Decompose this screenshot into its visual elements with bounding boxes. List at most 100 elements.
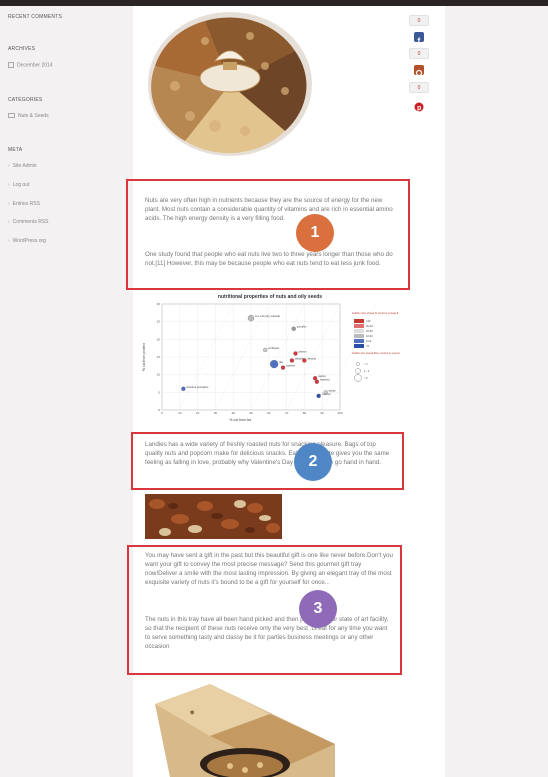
data-point-label: soy nuts (dry roasted): [255, 314, 280, 318]
legend-swatch-label: 30-40: [366, 324, 373, 328]
chart-xlabel: % cal from fat: [229, 418, 250, 422]
data-point-label: cashew: [286, 364, 295, 368]
data-point: [289, 358, 295, 363]
data-point-label: pumpkin: [297, 325, 307, 329]
x-tick-label: 40: [232, 411, 236, 415]
chart-ylabel: % cal from protein: [142, 343, 146, 371]
data-point: [247, 314, 255, 322]
calendar-icon: [8, 62, 14, 68]
data-point: [312, 376, 318, 381]
legend-size-marker: [355, 368, 361, 374]
meta-link-log-out[interactable]: › Log out: [8, 182, 29, 188]
legend-size-title: bubble size shows fiber content in grams…: [352, 351, 400, 355]
data-point: [181, 386, 186, 391]
chevron-right-icon: ›: [8, 201, 10, 207]
share-count-1: 0: [409, 15, 429, 26]
chevron-right-icon: ›: [8, 219, 10, 225]
data-point: [302, 358, 307, 363]
right-gutter: [445, 6, 548, 777]
legend-swatch: [354, 329, 364, 333]
y-tick-label: 20: [157, 337, 161, 341]
x-tick-label: 20: [196, 411, 200, 415]
recent-comments-heading: RECENT COMMENTS: [8, 14, 63, 20]
highlight-box-2: [131, 432, 404, 490]
legend-swatch: [354, 339, 364, 343]
stumbleupon-icon[interactable]: [414, 65, 424, 77]
legend-swatch-label: 10-20: [366, 334, 373, 338]
highlight-box-1: [126, 179, 410, 290]
y-tick-label: 25: [157, 320, 161, 324]
legend-size-label: > 2: [364, 376, 368, 380]
nut-gift-tray-image: [148, 12, 312, 156]
y-tick-label: 15: [157, 355, 161, 359]
legend-swatch-label: 20-30: [366, 329, 373, 333]
data-point-label: walnut: [318, 374, 326, 378]
gift-box-image: ⬢: [155, 684, 335, 777]
data-point-label: peanut: [299, 349, 307, 353]
chevron-right-icon: ›: [8, 163, 10, 169]
archive-link[interactable]: December 2014: [8, 62, 53, 68]
legend-swatch: [354, 344, 364, 348]
data-point: [293, 351, 298, 356]
legend-swatch: [354, 334, 364, 338]
data-point: [314, 379, 320, 384]
x-tick-label: 60: [267, 411, 271, 415]
legend-swatch-label: >40: [366, 319, 371, 323]
x-tick-label: 100: [337, 411, 342, 415]
meta-link-entries-rss[interactable]: › Entries RSS: [8, 201, 40, 207]
legend-swatch: [354, 324, 364, 328]
x-tick-label: 30: [214, 411, 218, 415]
annotation-badge-2: 2: [294, 443, 332, 481]
annotation-badge-1: 1: [296, 214, 334, 252]
y-tick-label: 5: [158, 390, 160, 394]
legend-swatch-label: <5: [366, 344, 370, 348]
mixed-nuts-image: [145, 494, 282, 539]
chevron-right-icon: ›: [8, 238, 10, 244]
y-tick-label: 0: [158, 408, 160, 412]
data-point-label: sunflower: [268, 346, 279, 350]
sidebar: RECENT COMMENTS ARCHIVES December 2014 C…: [0, 6, 133, 777]
chart-title: nutritional properties of nuts and oily …: [218, 294, 322, 300]
meta-link-comments-rss[interactable]: › Comments RSS: [8, 219, 49, 225]
archives-heading: ARCHIVES: [8, 46, 36, 52]
highlight-box-3: [127, 545, 402, 675]
category-link[interactable]: Nuts & Seeds: [8, 113, 49, 119]
pinterest-icon[interactable]: p: [414, 99, 424, 112]
legend-size-label: < 1: [364, 362, 368, 366]
data-point-label: almond: [307, 357, 316, 361]
legend-size-label: 1 - 2: [364, 369, 370, 373]
categories-heading: CATEGORIES: [8, 97, 43, 103]
chevron-right-icon: ›: [8, 182, 10, 188]
meta-link-wordpress[interactable]: › WordPress.org: [8, 238, 46, 244]
x-tick-label: 80: [303, 411, 307, 415]
y-tick-label: 30: [157, 302, 161, 306]
data-point: [280, 365, 286, 370]
data-point-label: hazelnut: [320, 378, 330, 382]
svg-text:p: p: [417, 105, 421, 112]
annotation-badge-3: 3: [299, 590, 337, 628]
data-point-label: coconut: [322, 392, 331, 396]
legend-swatch-label: 5-10: [366, 339, 372, 343]
svg-text:f: f: [418, 37, 421, 46]
data-point: [263, 347, 268, 353]
folder-icon: [8, 113, 15, 119]
legend-size-marker: [356, 362, 360, 366]
svg-text:⬢: ⬢: [190, 710, 194, 716]
x-tick-label: 50: [249, 411, 253, 415]
data-point: [291, 326, 296, 331]
x-tick-label: 10: [178, 411, 182, 415]
x-tick-label: 70: [285, 411, 289, 415]
meta-heading: META: [8, 147, 23, 153]
legend-color-title: bubble color shows % cal from omega-6: [352, 311, 399, 315]
legend-swatch: [354, 319, 364, 323]
data-point-label: flax: [279, 360, 284, 364]
x-tick-label: 90: [321, 411, 325, 415]
y-tick-label: 10: [157, 373, 161, 377]
facebook-icon[interactable]: f: [414, 32, 424, 46]
share-count-2: 0: [409, 48, 429, 59]
nutrition-scatter-chart: nutritional properties of nuts and oily …: [142, 294, 400, 422]
x-tick-label: 0: [161, 411, 163, 415]
meta-link-site-admin[interactable]: › Site Admin: [8, 163, 37, 169]
legend-size-marker: [354, 374, 362, 382]
data-point-label: chestnut (pumpkin): [186, 385, 208, 389]
